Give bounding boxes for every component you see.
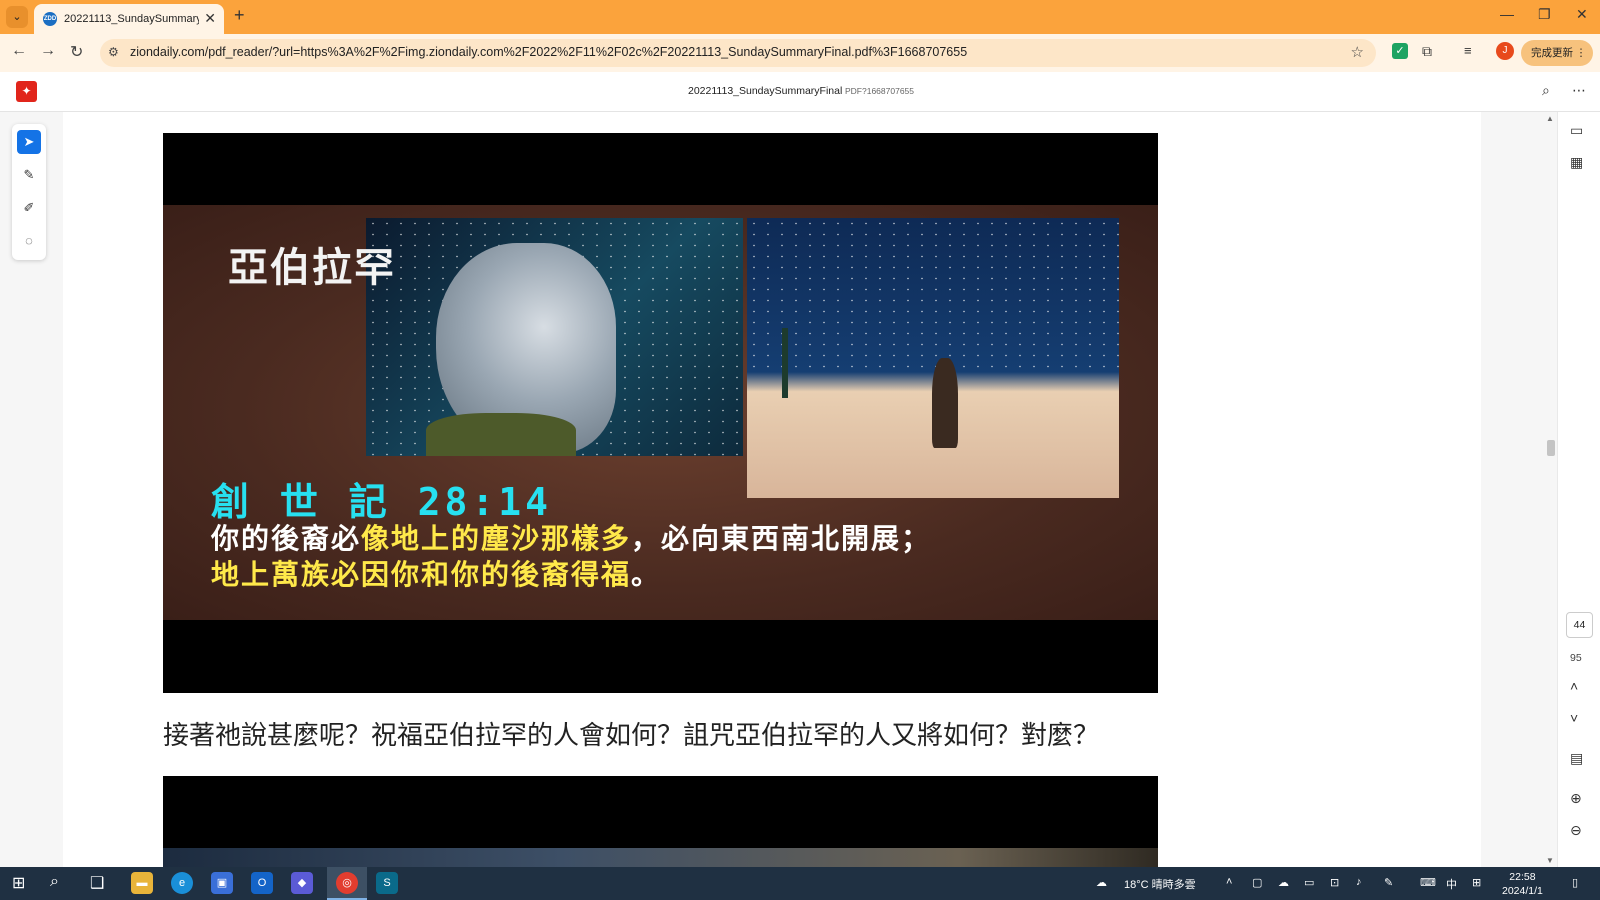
scrollbar-thumb[interactable] [1547, 440, 1555, 456]
media-control-icon[interactable]: ≡ [1464, 43, 1480, 59]
browser-tab[interactable]: ZDD 20221113_SundaySummaryF ✕ [34, 4, 224, 34]
windows-taskbar: ⊞ ⌕ ❑ ▬ e ▣ O ◆ ◎ S ☁ 18°C 晴時多雲 ˄ ▢ ☁ ▭ … [0, 867, 1600, 900]
new-tab-icon[interactable]: + [234, 5, 245, 26]
scroll-up-arrow-icon[interactable]: ▲ [1546, 114, 1554, 123]
search-icon[interactable]: ⌕ [50, 873, 59, 891]
browser-title-bar: ⌄ ZDD 20221113_SundaySummaryF ✕ + — ❐ ✕ [0, 0, 1600, 34]
page-options-icon[interactable]: ▤ [1570, 750, 1583, 767]
store-icon[interactable]: ▣ [211, 872, 233, 894]
clock-time: 22:58 [1509, 871, 1536, 883]
verse-highlight: 地上萬族必因你和你的後裔得福 [211, 559, 632, 590]
verse-text: ，必向東西南北開展； [631, 523, 932, 554]
vertical-scrollbar[interactable] [1545, 112, 1555, 867]
zoom-out-icon[interactable]: ⊖ [1570, 822, 1582, 839]
acrobat-logo-icon: ✦ [16, 81, 37, 102]
total-pages: 95 [1570, 652, 1582, 664]
weather-icon[interactable]: ☁ [1096, 876, 1107, 889]
url-text[interactable]: ziondaily.com/pdf_reader/?url=https%3A%2… [130, 45, 967, 59]
meet-now-icon[interactable]: ▢ [1252, 876, 1262, 889]
window-close-icon[interactable]: ✕ [1576, 6, 1588, 23]
reload-icon[interactable]: ↻ [70, 42, 83, 62]
zoom-in-icon[interactable]: ⊕ [1570, 790, 1582, 807]
clock-date: 2024/1/1 [1502, 885, 1543, 897]
current-page-input[interactable]: 44 [1566, 612, 1593, 638]
extensions-puzzle-icon[interactable]: ⧉ [1422, 43, 1438, 59]
windows-start-icon[interactable]: ⊞ [12, 873, 25, 893]
pdf-viewer-header: ✦ 20221113_SundaySummaryFinal PDF?166870… [0, 72, 1600, 112]
previous-page-chevron-up-icon[interactable]: ˄ [1570, 678, 1578, 694]
site-info-icon[interactable]: ⚙ [108, 45, 119, 59]
minimize-icon[interactable]: — [1500, 6, 1514, 22]
file-explorer-icon[interactable]: ▬ [131, 872, 153, 894]
next-page-chevron-down-icon[interactable]: ˅ [1570, 710, 1578, 726]
tab-search-dropdown-icon[interactable]: ⌄ [6, 6, 28, 28]
update-button-label: 完成更新 [1531, 47, 1573, 59]
starfield [747, 218, 1119, 372]
onedrive-icon[interactable]: ☁ [1278, 876, 1289, 889]
profile-avatar[interactable]: J [1496, 42, 1514, 60]
back-icon[interactable]: ← [11, 42, 27, 60]
copilot-icon[interactable]: ◆ [291, 872, 313, 894]
document-subtitle: PDF?1668707655 [845, 86, 915, 96]
clock[interactable]: 22:58 2024/1/1 [1502, 870, 1543, 898]
annotation-toolbar: ➤ ✎ ✐ ◌ [12, 124, 46, 260]
pen-icon[interactable]: ✎ [1384, 876, 1393, 889]
keyboard-icon[interactable]: ⌨ [1420, 876, 1436, 889]
verse-text: 。 [631, 559, 662, 590]
verse-line-1: 你的後裔必像地上的塵沙那樣多，必向東西南北開展； [211, 517, 931, 557]
paragraph-text: 接著祂說甚麼呢？祝福亞伯拉罕的人會如何？詛咒亞伯拉罕的人又將如何？對麼？ [163, 721, 1100, 751]
forward-icon[interactable]: → [40, 42, 56, 60]
lasso-icon[interactable]: ◌ [17, 229, 41, 253]
network-icon[interactable]: ⊡ [1330, 876, 1339, 889]
address-bar[interactable]: ⚙ ziondaily.com/pdf_reader/?url=https%3A… [100, 39, 1376, 67]
browser-toolbar: ← → ↻ ⚙ ziondaily.com/pdf_reader/?url=ht… [0, 34, 1600, 72]
search-icon[interactable]: ⌕ [1542, 82, 1550, 99]
battery-icon[interactable]: ▭ [1304, 876, 1314, 889]
update-button[interactable]: 完成更新 ⋮ [1521, 40, 1593, 66]
weather-text[interactable]: 18°C 晴時多雲 [1124, 876, 1196, 892]
chrome-icon[interactable]: ◎ [336, 872, 358, 894]
app-s-icon[interactable]: S [376, 872, 398, 894]
verse-highlight: 像地上的塵沙那樣多 [361, 523, 632, 554]
select-tool-icon[interactable]: ➤ [17, 130, 41, 154]
bookmark-star-icon[interactable]: ☆ [1351, 43, 1364, 61]
thumbnails-grid-icon[interactable]: ▦ [1570, 154, 1583, 171]
task-view-icon[interactable]: ❑ [90, 873, 104, 893]
more-options-icon[interactable]: ⋯ [1572, 82, 1586, 99]
slide-title: 亞伯拉罕 [228, 246, 396, 290]
abraham-portrait-image [366, 218, 743, 456]
site-favicon-icon: ZDD [43, 12, 57, 26]
add-comment-icon[interactable]: ✎ [17, 163, 41, 187]
volume-icon[interactable]: ♪ [1356, 876, 1362, 888]
scroll-down-arrow-icon[interactable]: ▼ [1546, 856, 1554, 865]
extension-check-icon[interactable]: ✓ [1392, 43, 1408, 59]
comments-icon[interactable]: ▭ [1570, 122, 1583, 139]
palm-tree [782, 328, 788, 398]
verse-text: 你的後裔必 [211, 523, 362, 554]
draw-pen-icon[interactable]: ✐ [17, 196, 41, 220]
verse-line-2: 地上萬族必因你和你的後裔得福。 [211, 553, 661, 593]
document-viewer: ➤ ✎ ✐ ◌ 亞伯拉罕 創 世 記 28:14 你的後裔必像地上的塵沙那樣多，… [0, 112, 1600, 867]
right-side-panel: ▭ ▦ ˄ ˅ ▤ ⊕ ⊖ [1557, 112, 1600, 867]
tab-title: 20221113_SundaySummaryF [64, 13, 199, 25]
restore-icon[interactable]: ❐ [1538, 6, 1551, 23]
praying-figure [932, 358, 958, 448]
outlook-icon[interactable]: O [251, 872, 273, 894]
notifications-icon[interactable]: ▯ [1572, 876, 1578, 889]
slide-image: 亞伯拉罕 創 世 記 28:14 你的後裔必像地上的塵沙那樣多，必向東西南北開展… [163, 133, 1158, 693]
document-title: 20221113_SundaySummaryFinal [688, 85, 843, 97]
show-hidden-icons-icon[interactable]: ˄ [1226, 876, 1232, 888]
edge-browser-icon[interactable]: e [171, 872, 193, 894]
ime-options-icon[interactable]: ⊞ [1472, 876, 1481, 889]
tab-close-icon[interactable]: ✕ [204, 10, 216, 27]
slide-2-artwork [163, 848, 1158, 867]
ime-mode[interactable]: 中 [1446, 876, 1457, 892]
desert-stars-image [747, 218, 1119, 498]
slide-image-2 [163, 776, 1158, 867]
abraham-robe [426, 413, 576, 456]
